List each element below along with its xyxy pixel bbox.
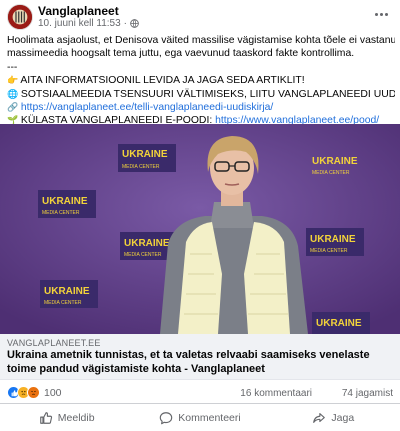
post-text-line: massimeedia hoogsalt tema juttu, ega vae… [7, 48, 355, 60]
thumbs-up-icon [39, 411, 52, 424]
post-actions: Meeldib Kommenteeri Jaga [0, 404, 400, 431]
promo-line-share: 👉 AITA INFORMATSIOONIL LEVIDA JA JAGA SE… [7, 74, 395, 87]
media-center-logo: MEDIA CENTER [44, 300, 82, 306]
shares-count[interactable]: 74 jagamist [342, 388, 393, 399]
comment-button[interactable]: Kommenteeri [133, 404, 266, 431]
media-center-logo: MEDIA CENTER [312, 170, 350, 176]
link-icon: 🔗 [7, 102, 19, 113]
public-globe-icon [130, 19, 139, 28]
post-header: Vanglaplaneet 10. juuni kell 11:53 · [0, 0, 400, 34]
reaction-count: 100 [44, 386, 62, 399]
post-text: Hoolimata asjaolust, et Denisova väited … [7, 34, 395, 128]
media-center-logo: MEDIA CENTER [124, 252, 162, 258]
post-text-line: Hoolimata asjaolust, et Denisova väited … [7, 35, 395, 46]
ukraine-logo: UKRAINE [44, 286, 90, 297]
more-options-icon[interactable] [372, 8, 390, 20]
like-button[interactable]: Meeldib [0, 404, 133, 431]
angry-reaction-icon [27, 386, 40, 399]
media-center-logo: MEDIA CENTER [42, 210, 80, 216]
promo-line-newsletter: 🌐 SOTSIAALMEEDIA TSENSUURI VÄLTIMISEKS, … [7, 88, 395, 101]
share-arrow-icon [313, 412, 326, 423]
comment-label: Kommenteeri [178, 411, 241, 424]
globe-icon: 🌐 [7, 88, 19, 99]
media-center-logo: MEDIA CENTER [122, 164, 160, 170]
meta-separator: · [123, 18, 127, 29]
comment-bubble-icon [160, 411, 173, 424]
post-meta: 10. juuni kell 11:53 · [38, 18, 139, 29]
ukraine-logo: UKRAINE [312, 156, 358, 167]
share-label: Jaga [331, 411, 355, 424]
ukraine-logo: UKRAINE [122, 149, 168, 160]
share-button[interactable]: Jaga [267, 404, 400, 431]
newsletter-line: 🔗 https://vanglaplaneet.ee/telli-vanglap… [7, 101, 395, 114]
link-preview-card[interactable]: VANGLAPLANEET.EE Ukraina ametnik tunnist… [0, 334, 400, 380]
media-center-logo: MEDIA CENTER [310, 248, 348, 254]
newsletter-link[interactable]: https://vanglaplaneet.ee/telli-vanglapla… [21, 102, 273, 113]
post-stats: 100 16 kommentaari 74 jagamist [0, 382, 400, 404]
ukraine-logo: UKRAINE [310, 234, 356, 245]
ukraine-logo: UKRAINE [316, 318, 362, 329]
post-image[interactable]: UKRAINE MEDIA CENTER UKRAINE MEDIA CENTE… [0, 124, 400, 334]
pointing-hand-icon: 👉 [7, 75, 19, 86]
promo-text: SOTSIAALMEEDIA TSENSUURI VÄLTIMISEKS, LI… [20, 88, 395, 100]
page-avatar[interactable] [7, 4, 33, 30]
ukraine-logo: UKRAINE [42, 196, 88, 207]
link-domain: VANGLAPLANEET.EE [7, 338, 101, 348]
post-text-line: --- [7, 61, 18, 73]
facebook-post: Vanglaplaneet 10. juuni kell 11:53 · Hoo… [0, 0, 400, 431]
post-timestamp[interactable]: 10. juuni kell 11:53 [38, 18, 121, 29]
reactions-summary[interactable]: 100 [7, 386, 62, 399]
like-label: Meeldib [57, 411, 95, 424]
ukraine-logo: UKRAINE [124, 238, 170, 249]
page-name[interactable]: Vanglaplaneet [38, 4, 119, 18]
promo-text: AITA INFORMATSIOONIL LEVIDA JA JAGA SEDA… [20, 75, 305, 87]
comments-count[interactable]: 16 kommentaari [240, 388, 312, 399]
link-title[interactable]: Ukraina ametnik tunnistas, et ta valetas… [7, 349, 393, 376]
